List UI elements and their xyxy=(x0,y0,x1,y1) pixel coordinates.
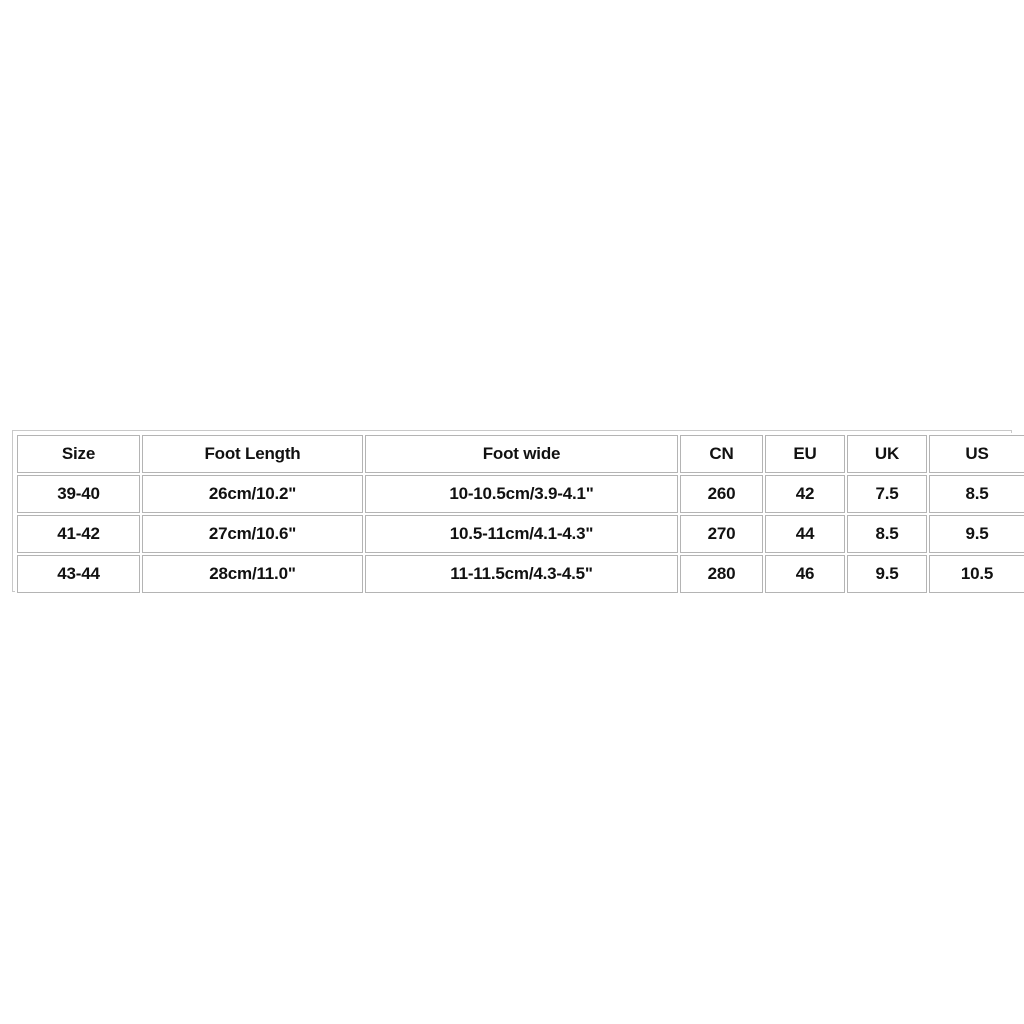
cell-length: 26cm/10.2" xyxy=(142,475,363,513)
table-row: 41-42 27cm/10.6" 10.5-11cm/4.1-4.3" 270 … xyxy=(17,515,1024,553)
table-row: 39-40 26cm/10.2" 10-10.5cm/3.9-4.1" 260 … xyxy=(17,475,1024,513)
column-header-eu: EU xyxy=(765,435,845,473)
cell-size: 43-44 xyxy=(17,555,140,593)
page-canvas: Size Foot Length Foot wide CN EU UK US 3… xyxy=(0,0,1024,1024)
cell-length: 28cm/11.0" xyxy=(142,555,363,593)
column-header-size: Size xyxy=(17,435,140,473)
cell-size: 39-40 xyxy=(17,475,140,513)
cell-cn: 270 xyxy=(680,515,763,553)
cell-wide: 10.5-11cm/4.1-4.3" xyxy=(365,515,678,553)
cell-eu: 42 xyxy=(765,475,845,513)
size-chart-table: Size Foot Length Foot wide CN EU UK US 3… xyxy=(15,433,1024,595)
cell-uk: 7.5 xyxy=(847,475,927,513)
cell-eu: 46 xyxy=(765,555,845,593)
cell-uk: 8.5 xyxy=(847,515,927,553)
cell-eu: 44 xyxy=(765,515,845,553)
column-header-length: Foot Length xyxy=(142,435,363,473)
cell-wide: 10-10.5cm/3.9-4.1" xyxy=(365,475,678,513)
cell-us: 8.5 xyxy=(929,475,1024,513)
cell-size: 41-42 xyxy=(17,515,140,553)
size-chart-body: 39-40 26cm/10.2" 10-10.5cm/3.9-4.1" 260 … xyxy=(17,475,1024,593)
column-header-cn: CN xyxy=(680,435,763,473)
cell-us: 9.5 xyxy=(929,515,1024,553)
column-header-us: US xyxy=(929,435,1024,473)
table-header-row: Size Foot Length Foot wide CN EU UK US xyxy=(17,435,1024,473)
column-header-wide: Foot wide xyxy=(365,435,678,473)
column-header-uk: UK xyxy=(847,435,927,473)
cell-wide: 11-11.5cm/4.3-4.5" xyxy=(365,555,678,593)
size-chart-frame: Size Foot Length Foot wide CN EU UK US 3… xyxy=(12,430,1024,595)
cell-cn: 260 xyxy=(680,475,763,513)
size-chart-header: Size Foot Length Foot wide CN EU UK US xyxy=(17,435,1024,473)
cell-uk: 9.5 xyxy=(847,555,927,593)
table-row: 43-44 28cm/11.0" 11-11.5cm/4.3-4.5" 280 … xyxy=(17,555,1024,593)
cell-us: 10.5 xyxy=(929,555,1024,593)
cell-cn: 280 xyxy=(680,555,763,593)
cell-length: 27cm/10.6" xyxy=(142,515,363,553)
